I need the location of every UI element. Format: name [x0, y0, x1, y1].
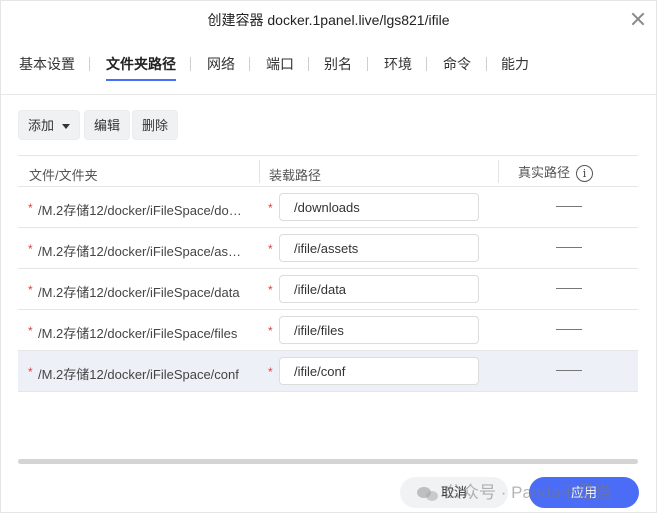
required-asterisk: *: [268, 201, 273, 215]
info-icon[interactable]: i: [576, 165, 594, 183]
table-row[interactable]: * /M.2存储12/docker/iFileSpace/assets *: [18, 228, 638, 269]
add-button-label: 添加: [28, 118, 55, 133]
table-row[interactable]: * /M.2存储12/docker/iFileSpace/downloads *: [18, 187, 638, 228]
host-path-text: /M.2存储12/docker/iFileSpace/files: [38, 326, 238, 341]
host-path-text: /M.2存储12/docker/iFileSpace/downloads: [38, 203, 243, 218]
horizontal-scrollbar[interactable]: [18, 459, 638, 464]
required-asterisk: *: [268, 324, 273, 338]
edit-button[interactable]: 编辑: [84, 110, 131, 140]
dialog-header: 创建容器 docker.1panel.live/lgs821/ifile: [1, 1, 656, 37]
real-path-empty: [556, 288, 582, 289]
tab-command[interactable]: 命令: [443, 54, 471, 74]
tab-divider: [426, 57, 427, 71]
tab-divider: [367, 57, 368, 71]
required-asterisk: *: [28, 324, 33, 338]
required-asterisk: *: [268, 242, 273, 256]
tab-ports[interactable]: 端口: [266, 54, 294, 74]
table-row[interactable]: * /M.2存储12/docker/iFileSpace/data *: [18, 269, 638, 310]
delete-button[interactable]: 删除: [132, 110, 179, 140]
tab-divider: [486, 57, 487, 71]
required-asterisk: *: [268, 283, 273, 297]
scrollbar-thumb[interactable]: [18, 459, 638, 464]
tab-network[interactable]: 网络: [207, 54, 235, 74]
real-path-empty: [556, 247, 582, 248]
host-path-text: /M.2存储12/docker/iFileSpace/assets: [38, 244, 243, 259]
table-header: 文件/文件夹 装载路径 真实路径 i: [18, 156, 638, 187]
mount-path-input[interactable]: [279, 275, 479, 303]
real-path-empty: [556, 329, 582, 330]
mount-path-input[interactable]: [279, 357, 479, 385]
column-divider[interactable]: [498, 160, 499, 183]
mount-path-input[interactable]: [279, 316, 479, 344]
add-button[interactable]: 添加: [18, 110, 81, 140]
header-real-path-label: 真实路径: [518, 165, 571, 180]
tab-divider: [308, 57, 309, 71]
apply-button[interactable]: 应用: [529, 477, 639, 508]
mount-path-input[interactable]: [279, 234, 479, 262]
tab-bar: 基本设置 文件夹路径 网络 端口 别名 环境 命令 能力: [1, 37, 656, 95]
header-mount-path: 装载路径: [269, 168, 322, 183]
chevron-down-icon: [62, 124, 71, 130]
real-path-empty: [556, 206, 582, 207]
host-path-text: /M.2存储12/docker/iFileSpace/data: [38, 285, 240, 300]
table-row[interactable]: * /M.2存储12/docker/iFileSpace/files *: [18, 310, 638, 351]
host-path-text: /M.2存储12/docker/iFileSpace/conf: [38, 367, 239, 382]
create-container-dialog: 创建容器 docker.1panel.live/lgs821/ifile 基本设…: [0, 0, 657, 513]
tab-basic-settings[interactable]: 基本设置: [19, 54, 75, 74]
header-host-path: 文件/文件夹: [29, 168, 98, 183]
close-icon[interactable]: [630, 11, 646, 27]
header-real-path: 真实路径 i: [518, 162, 594, 183]
tab-alias[interactable]: 别名: [324, 54, 352, 74]
required-asterisk: *: [28, 201, 33, 215]
mount-path-input[interactable]: [279, 193, 479, 221]
cancel-button[interactable]: 取消: [400, 477, 508, 508]
required-asterisk: *: [268, 365, 273, 379]
volume-table: 文件/文件夹 装载路径 真实路径 i * /M.2存储12/docker/iFil…: [18, 155, 638, 460]
tab-divider: [89, 57, 90, 71]
tab-divider: [249, 57, 250, 71]
tab-capabilities[interactable]: 能力: [501, 54, 529, 74]
real-path-empty: [556, 370, 582, 371]
tab-divider: [190, 57, 191, 71]
dialog-title: 创建容器 docker.1panel.live/lgs821/ifile: [207, 12, 450, 28]
tab-folder-paths[interactable]: 文件夹路径: [106, 54, 176, 81]
column-divider[interactable]: [259, 160, 260, 183]
required-asterisk: *: [28, 283, 33, 297]
required-asterisk: *: [28, 365, 33, 379]
tab-environment[interactable]: 环境: [384, 54, 412, 74]
table-row[interactable]: * /M.2存储12/docker/iFileSpace/conf *: [18, 351, 638, 392]
required-asterisk: *: [28, 242, 33, 256]
